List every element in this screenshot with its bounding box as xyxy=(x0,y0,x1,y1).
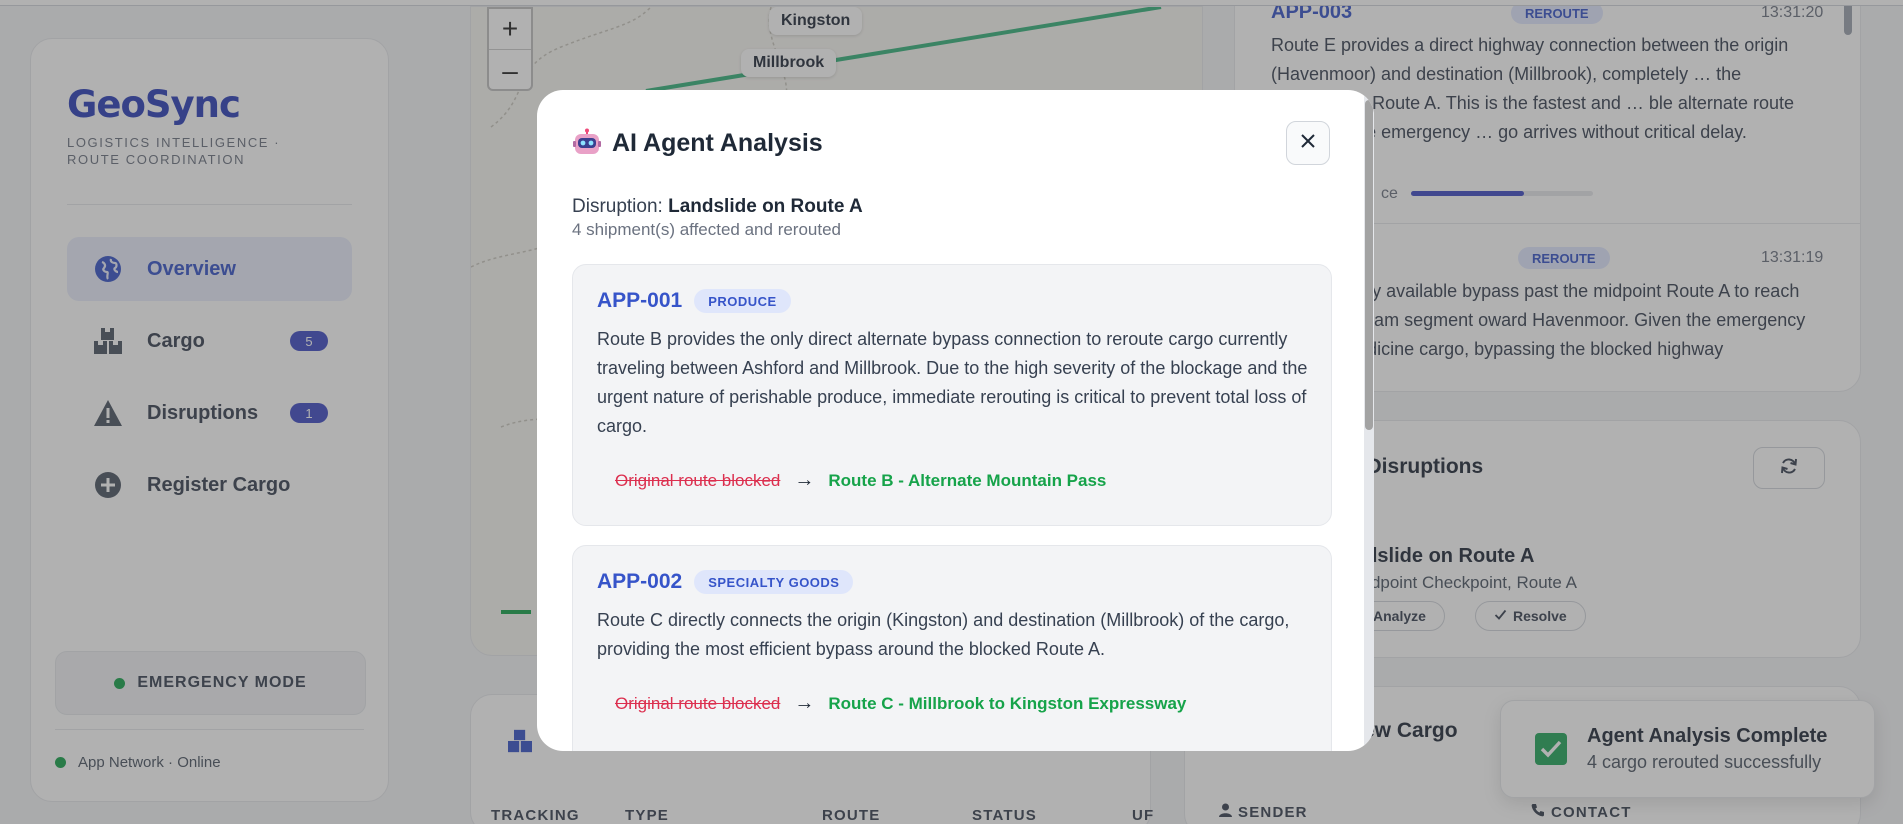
route-change: Original route blocked → Route B - Alter… xyxy=(615,469,1106,492)
old-route: Original route blocked xyxy=(615,470,781,490)
reroute-card: APP-002 SPECIALTY GOODS Route C directly… xyxy=(572,545,1332,751)
old-route: Original route blocked xyxy=(615,693,781,713)
cargo-type-badge: SPECIALTY GOODS xyxy=(694,570,854,594)
route-change: Original route blocked → Route C - Millb… xyxy=(615,692,1186,715)
modal-scrollbar[interactable] xyxy=(1364,90,1374,751)
arrow-right-icon: → xyxy=(794,692,815,714)
disruption-summary: Disruption: Landslide on Route A xyxy=(572,196,863,218)
reroute-card: APP-001 PRODUCE Route B provides the onl… xyxy=(572,264,1332,526)
close-button[interactable] xyxy=(1286,121,1330,165)
reroute-reasoning: Route B provides the only direct alterna… xyxy=(597,329,1308,436)
close-icon xyxy=(1300,133,1316,154)
modal-scrollbar-thumb[interactable] xyxy=(1365,100,1373,430)
new-route: Route B - Alternate Mountain Pass xyxy=(828,470,1107,490)
ai-analysis-modal: AI Agent Analysis Disruption: Landslide … xyxy=(537,90,1374,751)
cargo-id[interactable]: APP-002 xyxy=(597,570,682,594)
robot-icon xyxy=(572,128,602,158)
disruption-name: Landslide on Route A xyxy=(668,196,863,217)
arrow-right-icon: → xyxy=(794,469,815,491)
cargo-type-badge: PRODUCE xyxy=(694,289,791,313)
affected-count: 4 shipment(s) affected and rerouted xyxy=(572,220,842,239)
cargo-id[interactable]: APP-001 xyxy=(597,289,682,313)
card-header: APP-002 SPECIALTY GOODS xyxy=(597,570,854,594)
disruption-prefix: Disruption: xyxy=(572,196,663,217)
modal-title-text: AI Agent Analysis xyxy=(612,128,823,157)
reroute-reasoning: Route C directly connects the origin (Ki… xyxy=(597,610,1290,659)
card-header: APP-001 PRODUCE xyxy=(597,289,791,313)
new-route: Route C - Millbrook to Kingston Expressw… xyxy=(828,693,1187,713)
modal-title: AI Agent Analysis xyxy=(572,128,823,158)
